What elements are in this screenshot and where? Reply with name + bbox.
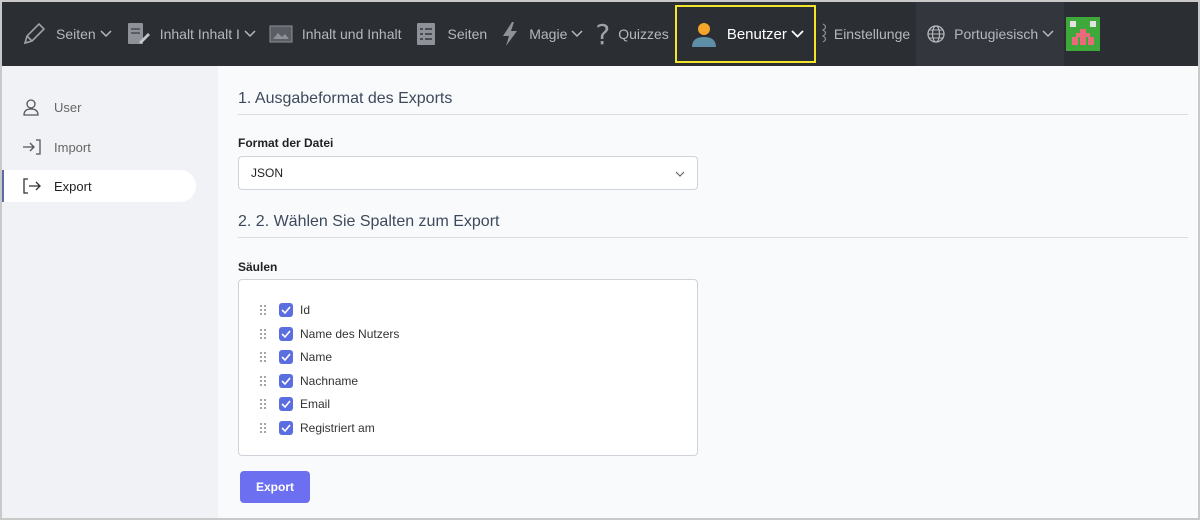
- pencil-icon: [20, 20, 48, 48]
- drag-handle-icon[interactable]: [259, 351, 269, 363]
- user-outline-icon: [22, 98, 44, 116]
- sidebar-item-label: Export: [54, 178, 92, 194]
- nav-item-magie[interactable]: Magie: [493, 2, 589, 66]
- app-window: Seiten Inhalt Inhalt I Inhalt und Inhalt…: [0, 0, 1200, 520]
- chevron-down-icon: [675, 166, 685, 180]
- column-label: Id: [300, 303, 311, 317]
- main-content: 1. Ausgabeformat des Exports Format der …: [218, 66, 1198, 518]
- nav-item-seiten-2[interactable]: Seiten: [408, 2, 494, 66]
- chevron-down-icon: [791, 30, 804, 38]
- top-navigation-bar: Seiten Inhalt Inhalt I Inhalt und Inhalt…: [2, 2, 1198, 66]
- drag-handle-icon[interactable]: [259, 328, 269, 340]
- column-label: Registriert am: [300, 421, 375, 435]
- nav-item-language[interactable]: Portugiesisch: [916, 2, 1065, 66]
- nav-item-quizzes[interactable]: ? Quizzes: [589, 2, 674, 66]
- list-item[interactable]: Name: [259, 348, 332, 366]
- list-item[interactable]: Id: [259, 301, 310, 319]
- column-label: Name: [300, 350, 333, 364]
- nav-item-label: Portugiesisch: [954, 26, 1039, 42]
- checkbox[interactable]: [279, 421, 293, 435]
- nav-item-label: Inhalt Inhalt I: [159, 26, 240, 42]
- import-icon: [22, 138, 44, 156]
- chevron-down-icon: [100, 30, 112, 38]
- chevron-down-icon: [244, 30, 256, 38]
- drag-handle-icon[interactable]: [259, 375, 269, 387]
- list-item[interactable]: Registriert am: [259, 419, 375, 437]
- list-item[interactable]: Nachname: [259, 372, 358, 390]
- chevron-down-icon: [1042, 30, 1054, 38]
- columns-label: Säulen: [238, 260, 278, 274]
- nav-item-seiten[interactable]: Seiten: [14, 2, 118, 66]
- sidebar-item-label: Import: [54, 139, 91, 155]
- nav-item-label: Magie: [529, 26, 568, 42]
- format-select-value: JSON: [251, 166, 284, 180]
- nav-item-inhalt-und-inhalt[interactable]: Inhalt und Inhalt: [262, 2, 408, 66]
- list-item[interactable]: Email: [259, 395, 330, 413]
- checkbox[interactable]: [279, 397, 293, 411]
- drag-handle-icon[interactable]: [259, 398, 269, 410]
- list-item[interactable]: Name des Nutzers: [259, 325, 399, 343]
- image-icon: [268, 22, 294, 46]
- checkbox[interactable]: [279, 350, 293, 364]
- nav-item-einstellungen[interactable]: Einstellunge: [816, 2, 916, 66]
- globe-icon: [926, 24, 946, 44]
- format-select[interactable]: JSON: [238, 156, 698, 190]
- drag-handle-icon[interactable]: [259, 304, 269, 316]
- column-label: Name des Nutzers: [300, 327, 400, 341]
- checkbox[interactable]: [279, 303, 293, 317]
- sidebar: User Import Export: [2, 66, 218, 518]
- columns-list: Id Name des Nutzers Name Nachname Email: [238, 279, 698, 456]
- export-icon: [22, 177, 44, 195]
- checkbox[interactable]: [279, 327, 293, 341]
- avatar[interactable]: [1066, 17, 1101, 51]
- nav-item-label: Seiten: [56, 26, 96, 42]
- list-page-icon: [414, 20, 440, 48]
- lightning-icon: [499, 20, 521, 48]
- sidebar-item-import[interactable]: Import: [2, 131, 196, 163]
- section-title-format: 1. Ausgabeformat des Exports: [238, 90, 1188, 115]
- nav-item-label: Benutzer: [726, 25, 787, 43]
- nav-item-label: Inhalt und Inhalt: [301, 26, 402, 42]
- nav-item-label: Einstellunge: [833, 26, 911, 42]
- format-label: Format der Datei: [238, 136, 334, 150]
- nav-item-inhalt-inhalt[interactable]: Inhalt Inhalt I: [118, 2, 262, 66]
- sidebar-item-label: User: [54, 99, 82, 115]
- section-title-columns: 2. 2. Wählen Sie Spalten zum Export: [238, 213, 1188, 238]
- column-label: Email: [300, 397, 331, 411]
- document-edit-icon: [124, 20, 152, 48]
- nav-item-label: Seiten: [447, 26, 488, 42]
- settings-icon: [820, 20, 830, 48]
- drag-handle-icon[interactable]: [259, 422, 269, 434]
- sidebar-item-user[interactable]: User: [2, 91, 196, 123]
- column-label: Nachname: [300, 374, 359, 388]
- user-icon: [689, 19, 719, 49]
- sidebar-item-export[interactable]: Export: [2, 170, 196, 202]
- chevron-down-icon: [571, 30, 583, 38]
- nav-item-label: Quizzes: [618, 26, 669, 42]
- question-icon: ?: [595, 17, 611, 51]
- export-button[interactable]: Export: [240, 471, 310, 503]
- checkbox[interactable]: [279, 374, 293, 388]
- nav-item-benutzer[interactable]: Benutzer: [674, 5, 816, 63]
